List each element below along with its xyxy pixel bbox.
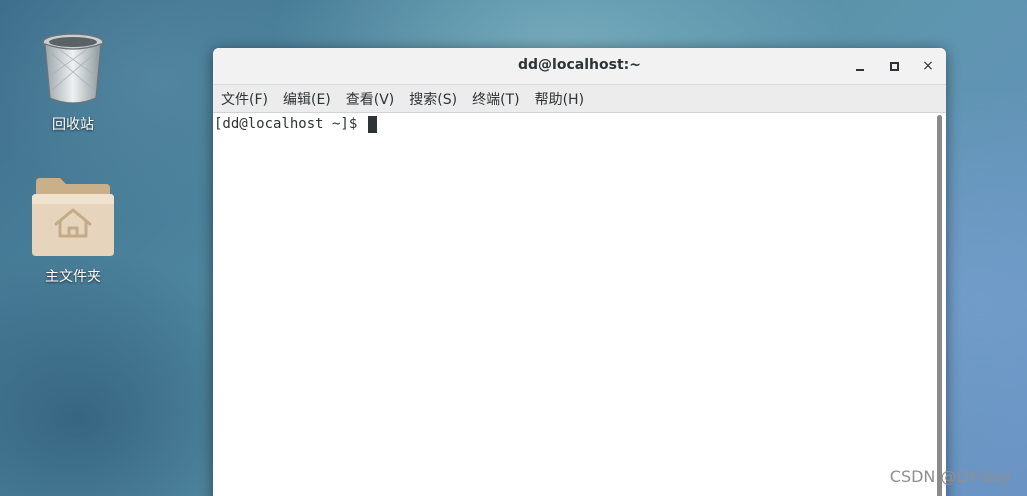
minimize-button[interactable] bbox=[850, 56, 870, 76]
menu-terminal[interactable]: 终端(T) bbox=[468, 86, 523, 112]
scrollbar[interactable] bbox=[937, 115, 942, 496]
home-folder-label: 主文件夹 bbox=[45, 269, 101, 285]
menu-bar: 文件(F) 编辑(E) 查看(V) 搜索(S) 终端(T) 帮助(H) bbox=[213, 85, 946, 113]
menu-file[interactable]: 文件(F) bbox=[217, 86, 272, 112]
window-title: dd@localhost:~ bbox=[518, 57, 641, 73]
menu-view[interactable]: 查看(V) bbox=[342, 86, 399, 112]
text-cursor bbox=[367, 115, 377, 133]
trash-label: 回收站 bbox=[52, 117, 94, 133]
menu-help[interactable]: 帮助(H) bbox=[531, 86, 588, 112]
maximize-icon bbox=[890, 62, 899, 71]
menu-edit[interactable]: 编辑(E) bbox=[279, 86, 335, 112]
shell-prompt: [dd@localhost ~]$ bbox=[214, 116, 366, 132]
maximize-button[interactable] bbox=[884, 56, 904, 76]
minimize-icon bbox=[856, 69, 864, 71]
watermark: CSDN @DY-boy bbox=[889, 467, 1011, 486]
trash-icon bbox=[42, 33, 104, 104]
terminal-content[interactable]: [dd@localhost ~]$ bbox=[213, 113, 946, 496]
close-button[interactable]: × bbox=[918, 56, 938, 76]
close-icon: × bbox=[922, 58, 934, 74]
menu-search[interactable]: 搜索(S) bbox=[405, 86, 461, 112]
shell-prompt-line: [dd@localhost ~]$ bbox=[214, 115, 377, 133]
title-bar[interactable]: dd@localhost:~ × bbox=[213, 48, 946, 85]
desktop-icon-home-folder[interactable]: 主文件夹 bbox=[23, 172, 123, 286]
terminal-window: dd@localhost:~ × 文件(F) 编辑(E) 查看(V) 搜索(S)… bbox=[213, 48, 946, 496]
home-folder-icon bbox=[32, 178, 114, 256]
desktop-icon-trash[interactable]: 回收站 bbox=[23, 30, 123, 134]
